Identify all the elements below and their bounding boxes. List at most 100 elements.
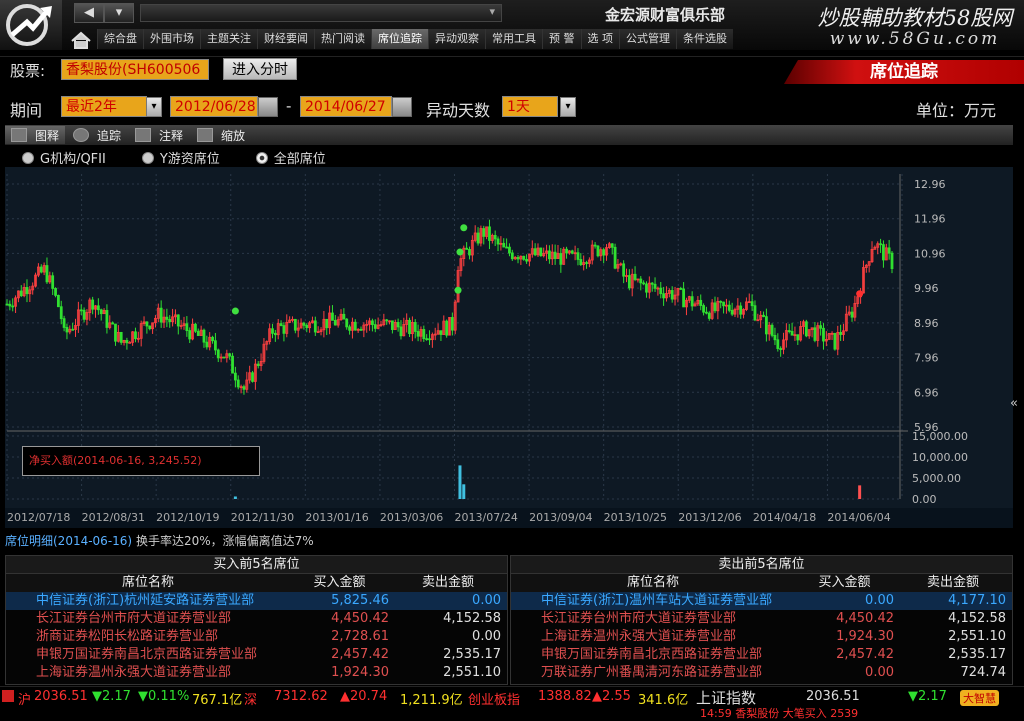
tab-8[interactable]: 预 警 [542, 29, 581, 49]
app-logo[interactable] [0, 0, 62, 50]
price-tick-label: 11.96 [914, 213, 946, 226]
tab-4[interactable]: 热门阅读 [314, 29, 371, 49]
candle-body [585, 262, 588, 264]
candle-body [279, 323, 283, 326]
tab-1[interactable]: 外围市场 [143, 29, 200, 49]
candle-body [682, 288, 685, 308]
price-tick-label: 10.96 [914, 247, 946, 260]
radio-institution[interactable]: G机构/QFII [22, 148, 106, 167]
table-row[interactable]: 申银万国证券南昌北京西路证券营业部 2,457.42 2,535.17 [511, 646, 1012, 664]
annotate-tool-button[interactable]: 注释 [129, 126, 189, 144]
candle-body [548, 250, 551, 260]
ticker-text[interactable]: 14:59 香梨股份 大笔买入 2539 [700, 705, 858, 721]
candle-body [702, 305, 705, 313]
detail-info: 换手率达20%，涨幅偏离值达7% [135, 534, 314, 548]
sz-value: 7312.62 [274, 689, 328, 704]
stock-input[interactable]: 香梨股份(SH600506 [61, 59, 209, 80]
candle-body [242, 386, 246, 390]
table-row[interactable]: 申银万国证券南昌北京西路证券营业部 2,457.42 2,535.17 [6, 646, 507, 664]
candle-body [91, 299, 95, 310]
candle-body [553, 251, 557, 259]
table-cell: 浙商证券松阳长松路证券营业部 [36, 629, 219, 644]
track-tool-button[interactable]: 追踪 [67, 126, 127, 144]
x-tick-label: 2012/08/31 [81, 511, 145, 524]
volume-tick-label: 10,000.00 [912, 451, 968, 464]
table-cell: 2,535.17 [948, 647, 1006, 662]
buy-table-body: 中信证券(浙江)杭州延安路证券营业部 5,825.46 0.00 长江证券台州市府大道… [6, 592, 507, 682]
end-date-input[interactable]: 2014/06/27 [300, 96, 392, 117]
candle-body [493, 234, 497, 240]
table-row[interactable]: 长江证券台州市府大道证券营业部 4,450.42 4,152.58 [511, 610, 1012, 628]
volume-bar [233, 496, 237, 499]
tab-6[interactable]: 异动观察 [428, 29, 485, 49]
tab-7[interactable]: 常用工具 [485, 29, 542, 49]
collapse-panel-icon[interactable]: « [1010, 396, 1018, 411]
candle-body [8, 303, 12, 307]
sz-label[interactable]: 深 [244, 689, 257, 708]
history-dropdown-button[interactable]: ▾ [104, 3, 134, 23]
table-row[interactable]: 上海证券温州永强大道证券营业部 1,924.30 2,551.10 [6, 664, 507, 682]
candle-body [602, 249, 606, 256]
legend-tool-button[interactable]: 图释 [5, 126, 66, 144]
table-row[interactable]: 上海证券温州永强大道证券营业部 1,924.30 2,551.10 [511, 628, 1012, 646]
back-button[interactable]: ◀ [74, 3, 104, 23]
home-icon[interactable] [68, 30, 94, 50]
alert-icon[interactable] [2, 690, 14, 702]
cy-label[interactable]: 创业板指 [468, 689, 520, 708]
candle-body [850, 311, 854, 318]
table-row[interactable]: 长江证券台州市府大道证券营业部 4,450.42 4,152.58 [6, 610, 507, 628]
candle-body [593, 244, 597, 247]
x-tick-label: 2014/06/04 [827, 511, 891, 524]
tab-11[interactable]: 条件选股 [676, 29, 733, 49]
candle-body [887, 247, 891, 254]
table-row[interactable]: 中信证券(浙江)杭州延安路证券营业部 5,825.46 0.00 [6, 592, 507, 610]
calendar-icon[interactable] [258, 97, 278, 117]
legend-icon [11, 128, 27, 142]
price-tick-label: 6.96 [914, 386, 939, 399]
sh-value: 2036.51 [34, 689, 88, 704]
top-bar: ◀ ▾ ▾ 金宏源财富俱乐部 炒股輔助教材58股网 www.58Gu.com 综… [0, 0, 1024, 50]
volume-tick-label: 5,000.00 [912, 472, 961, 485]
cy-amount: 341.6亿 [638, 693, 689, 708]
table-cell: 2,728.61 [331, 629, 389, 644]
address-bar[interactable]: ▾ [140, 4, 502, 22]
tab-3[interactable]: 财经要闻 [257, 29, 314, 49]
tab-2[interactable]: 主题关注 [200, 29, 257, 49]
table-row[interactable]: 浙商证券松阳长松路证券营业部 2,728.61 0.00 [6, 628, 507, 646]
candle-body [408, 319, 411, 335]
candle-body [650, 282, 654, 285]
period-range-dropdown[interactable]: ▾ [146, 97, 162, 117]
candle-body [11, 305, 15, 308]
table-row[interactable]: 万联证券广州番禺清河东路证券营业部 0.00 724.74 [511, 664, 1012, 682]
zoom-tool-button[interactable]: 缩放 [191, 126, 251, 144]
sh-label[interactable]: 沪 [18, 689, 31, 708]
candle-body [833, 332, 837, 350]
days-dropdown[interactable]: ▾ [560, 97, 576, 117]
radio-hot-money[interactable]: Y游资席位 [141, 148, 220, 167]
candle-body [879, 243, 882, 246]
enter-intraday-button[interactable]: 进入分时 [223, 58, 297, 80]
table-row[interactable]: 中信证券(浙江)温州车站大道证券营业部 0.00 4,177.10 [511, 592, 1012, 610]
radio-icon [141, 151, 154, 164]
calendar-icon[interactable] [392, 97, 412, 117]
address-dropdown-icon[interactable]: ▾ [489, 5, 495, 18]
x-tick-label: 2013/07/24 [454, 511, 518, 524]
candle-body [450, 317, 454, 331]
volume-bar [858, 485, 862, 499]
candle-body [159, 307, 163, 323]
seat-filter: G机构/QFII Y游资席位 全部席位 [22, 147, 326, 167]
table-cell: 万联证券广州番禺清河东路证券营业部 [541, 665, 763, 680]
radio-all-seats[interactable]: 全部席位 [255, 148, 326, 167]
abnormal-days-select[interactable]: 1天 [502, 96, 558, 117]
candle-body [659, 287, 663, 295]
brand-logo[interactable]: 大智慧 [960, 690, 999, 706]
candle-body [796, 334, 800, 341]
detail-row: 席位明细(2014-06-16) 换手率达20%，涨幅偏离值达7% [5, 531, 1013, 551]
stock-label: 股票: [10, 62, 46, 80]
period-range-select[interactable]: 最近2年 [61, 96, 147, 117]
start-date-input[interactable]: 2012/06/28 [170, 96, 258, 117]
tab-5[interactable]: 席位追踪 [371, 29, 428, 49]
tab-0[interactable]: 综合盘 [97, 29, 143, 49]
tab-9[interactable]: 选 项 [580, 29, 619, 49]
tab-10[interactable]: 公式管理 [619, 29, 676, 49]
